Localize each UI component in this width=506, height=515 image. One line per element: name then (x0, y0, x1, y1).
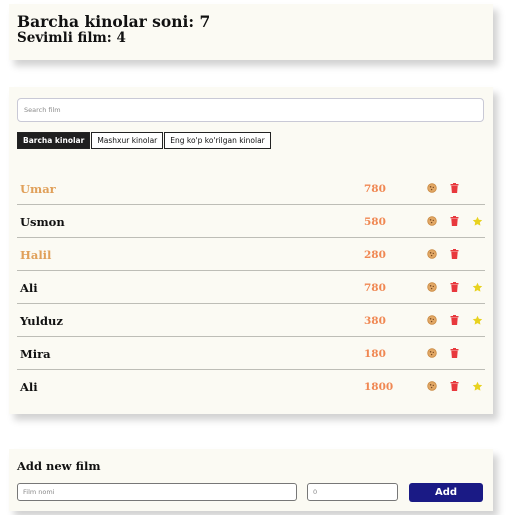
film-views: 1800 (364, 381, 394, 393)
film-name[interactable]: Mira (20, 347, 51, 361)
add-film-title: Add new film (17, 459, 101, 473)
total-films-count: Barcha kinolar soni: 7 (17, 12, 211, 31)
cookie-icon (427, 183, 437, 193)
trash-icon (450, 249, 459, 259)
trash-icon (450, 315, 459, 325)
film-name[interactable]: Halil (20, 248, 51, 262)
delete-button[interactable] (448, 182, 460, 194)
film-views: 780 (364, 282, 386, 294)
app-info-card: Barcha kinolar soni: 7 Sevimli film: 4 (9, 4, 493, 60)
increase-button[interactable] (426, 215, 438, 227)
film-row[interactable]: Ali 780 (17, 271, 485, 304)
film-row[interactable]: Mira 180 (17, 337, 485, 370)
increase-button[interactable] (426, 281, 438, 293)
add-film-form: Add (17, 483, 485, 503)
cookie-icon (427, 348, 437, 358)
film-list-card: Barcha kinolar Mashxur kinolar Eng ko'p … (9, 87, 493, 414)
film-views: 280 (364, 249, 386, 261)
delete-button[interactable] (448, 347, 460, 359)
delete-button[interactable] (448, 281, 460, 293)
trash-icon (450, 183, 459, 193)
tab-most-viewed-films[interactable]: Eng ko'p ko'rilgan kinolar (164, 132, 271, 149)
filter-tabs: Barcha kinolar Mashxur kinolar Eng ko'p … (17, 132, 485, 149)
star-icon (471, 314, 483, 326)
film-name[interactable]: Yulduz (20, 314, 63, 328)
film-list: Umar 780 Usmon 580 Halil 280 Ali 780 Yul… (17, 172, 485, 403)
increase-button[interactable] (426, 347, 438, 359)
increase-button[interactable] (426, 380, 438, 392)
film-name[interactable]: Usmon (20, 215, 65, 229)
increase-button[interactable] (426, 182, 438, 194)
film-views: 580 (364, 216, 386, 228)
delete-button[interactable] (448, 380, 460, 392)
delete-button[interactable] (448, 314, 460, 326)
trash-icon (450, 216, 459, 226)
search-input[interactable] (17, 98, 484, 122)
film-name[interactable]: Umar (20, 182, 56, 196)
trash-icon (450, 381, 459, 391)
delete-button[interactable] (448, 215, 460, 227)
cookie-icon (427, 282, 437, 292)
tab-all-films[interactable]: Barcha kinolar (17, 132, 91, 149)
film-row[interactable]: Yulduz 380 (17, 304, 485, 337)
film-row[interactable]: Halil 280 (17, 238, 485, 271)
trash-icon (450, 348, 459, 358)
film-row[interactable]: Umar 780 (17, 172, 485, 205)
add-film-button[interactable]: Add (409, 483, 483, 502)
film-row[interactable]: Usmon 580 (17, 205, 485, 238)
film-name[interactable]: Ali (20, 281, 38, 295)
film-views: 380 (364, 315, 386, 327)
trash-icon (450, 282, 459, 292)
film-name-input[interactable] (17, 483, 297, 501)
film-name[interactable]: Ali (20, 380, 38, 394)
increase-button[interactable] (426, 314, 438, 326)
delete-button[interactable] (448, 248, 460, 260)
film-row[interactable]: Ali 1800 (17, 370, 485, 403)
increase-button[interactable] (426, 248, 438, 260)
cookie-icon (427, 216, 437, 226)
star-icon (471, 281, 483, 293)
film-views: 780 (364, 183, 386, 195)
cookie-icon (427, 315, 437, 325)
star-icon (471, 215, 483, 227)
favorite-films-count: Sevimli film: 4 (17, 30, 126, 46)
tab-popular-films[interactable]: Mashxur kinolar (91, 132, 164, 149)
add-film-card: Add new film Add (9, 449, 493, 511)
cookie-icon (427, 381, 437, 391)
film-views-input[interactable] (307, 483, 398, 501)
cookie-icon (427, 249, 437, 259)
film-views: 180 (364, 348, 386, 360)
star-icon (471, 380, 483, 392)
